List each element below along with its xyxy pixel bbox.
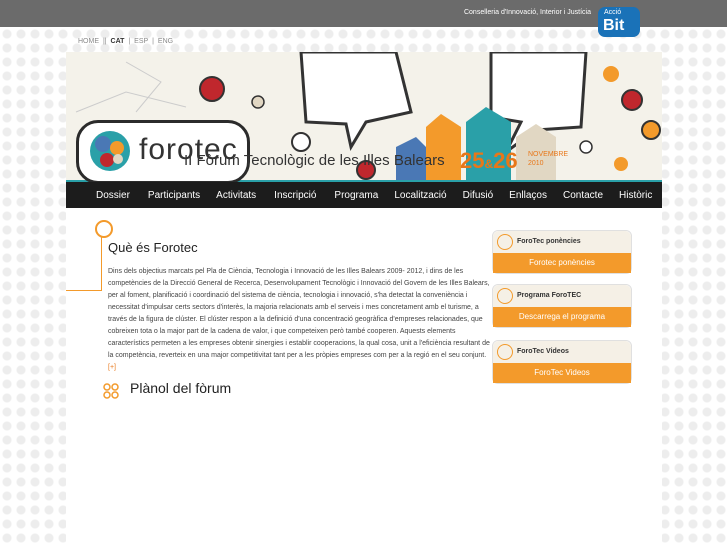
lang-separator: | [152, 38, 154, 45]
orange-horizontal-line [66, 290, 102, 291]
sidebar-box-title: Programa ForoTEC [517, 292, 582, 299]
sidebar-box-header: ForoTec Videos [493, 341, 631, 363]
forum-title: II Fòrum Tecnològic de les Illes Balears [184, 152, 445, 169]
acciobit-small-text: Acció [604, 9, 622, 16]
sidebar-box-header: Programa ForoTEC [493, 285, 631, 307]
main-nav: Dossier Participants Activitats Inscripc… [66, 182, 662, 208]
download-program-button[interactable]: Descarrega el programa [493, 307, 631, 327]
download-icon [497, 288, 513, 304]
read-more-link[interactable]: [+] [108, 364, 116, 371]
nav-item-inscripcio[interactable]: Inscripció [274, 190, 316, 201]
nav-item-dossier[interactable]: Dossier [96, 190, 130, 201]
lang-separator: || [102, 38, 107, 45]
videos-button[interactable]: ForoTec Videos [493, 363, 631, 383]
lang-eng-link[interactable]: ENG [158, 38, 173, 45]
orange-vertical-line [101, 236, 102, 290]
nav-item-localitzacio[interactable]: Localització [394, 190, 446, 201]
intro-paragraph: Dins dels objectius marcats pel Pla de C… [108, 266, 492, 374]
ministry-label: Conselleria d'Innovació, Interior i Just… [463, 9, 591, 16]
date-start: 25 [460, 148, 485, 173]
microphone-icon [497, 234, 513, 250]
lang-separator: | [128, 38, 131, 45]
language-bar: HOME || CAT | ESP | ENG [78, 38, 175, 45]
ponencies-button[interactable]: Forotec ponències [493, 253, 631, 273]
nav-item-historic[interactable]: Històric [619, 190, 652, 201]
year: 2010 [528, 160, 544, 167]
month: NOVEMBRE [528, 151, 569, 158]
month-year: NOVEMBRE 2010 [528, 150, 588, 168]
sidebar-box-header: ForoTec ponències [493, 231, 631, 253]
pencil-icon [95, 220, 113, 238]
sidebar-box-title: ForoTec ponències [517, 238, 581, 245]
nav-item-programa[interactable]: Programa [334, 190, 378, 201]
sidebar-box-title: ForoTec Videos [517, 348, 569, 355]
date-amp: & [484, 157, 494, 171]
intro-text: Dins dels objectius marcats pel Pla de C… [108, 268, 490, 359]
acciobit-big-text: Bit [603, 17, 625, 34]
nav-item-difusio[interactable]: Difusió [463, 190, 494, 201]
event-dates: 25&26 NOVEMBRE 2010 [460, 148, 568, 174]
map-icon [103, 383, 119, 399]
video-icon [497, 344, 513, 360]
nav-item-contacte[interactable]: Contacte [563, 190, 603, 201]
section-heading: Què és Forotec [108, 240, 198, 255]
date-end: 26 [493, 148, 518, 173]
acciobit-logo[interactable]: Acció Bit [598, 7, 640, 37]
nav-item-participants[interactable]: Participants [148, 190, 200, 201]
lang-esp-link[interactable]: ESP [134, 38, 148, 45]
sidebar-box-ponencies: ForoTec ponències Forotec ponències [492, 230, 632, 274]
nav-item-enllacos[interactable]: Enllaços [509, 190, 547, 201]
home-link[interactable]: HOME [78, 38, 99, 45]
nav-item-activitats[interactable]: Activitats [216, 190, 256, 201]
lang-cat-link[interactable]: CAT [111, 38, 125, 45]
globe-icon [90, 131, 130, 171]
sidebar-box-videos: ForoTec Videos ForoTec Videos [492, 340, 632, 384]
sidebar-box-programa: Programa ForoTEC Descarrega el programa [492, 284, 632, 328]
planol-heading: Plànol del fòrum [130, 380, 232, 396]
